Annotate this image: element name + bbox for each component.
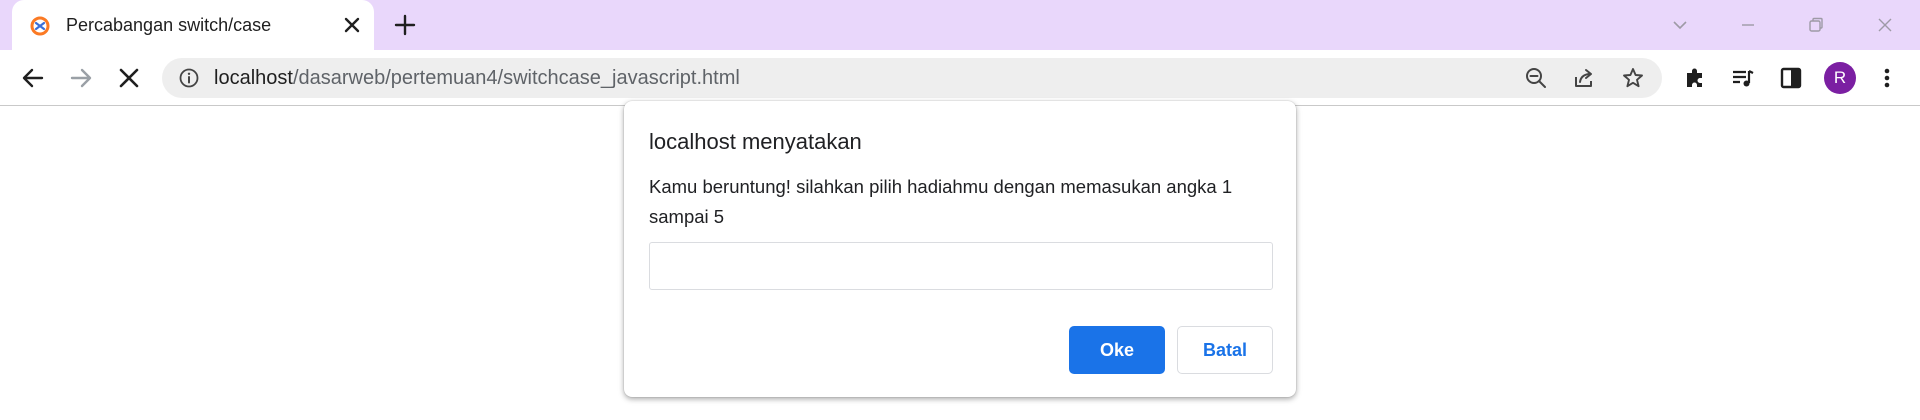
- cancel-button[interactable]: Batal: [1177, 326, 1273, 374]
- dialog-title: localhost menyatakan: [649, 129, 862, 154]
- ok-button[interactable]: Oke: [1069, 326, 1165, 374]
- close-window-icon[interactable]: [1870, 10, 1900, 40]
- url-path: /dasarweb/pertemuan4/switchcase_javascri…: [292, 67, 740, 89]
- share-icon[interactable]: [1572, 66, 1596, 90]
- url-host: localhost: [214, 67, 293, 89]
- prompt-dialog: localhost menyatakan Kamu beruntung! sil…: [624, 101, 1296, 397]
- new-tab-plus-icon[interactable]: [392, 12, 418, 38]
- url-text: localhost/dasarweb/pertemuan4/switchcase…: [214, 67, 740, 90]
- side-panel-icon[interactable]: [1776, 63, 1806, 93]
- forward-arrow-icon[interactable]: [66, 63, 96, 93]
- more-menu-kebab-icon[interactable]: [1872, 63, 1902, 93]
- stop-loading-icon[interactable]: [114, 63, 144, 93]
- back-arrow-icon[interactable]: [18, 63, 48, 93]
- bookmark-star-icon[interactable]: [1621, 66, 1645, 90]
- address-bar[interactable]: localhost/dasarweb/pertemuan4/switchcase…: [162, 58, 1662, 98]
- tab-title: Percabangan switch/case: [66, 15, 272, 35]
- extensions-puzzle-icon[interactable]: [1680, 63, 1710, 93]
- profile-avatar[interactable]: R: [1824, 62, 1856, 94]
- restore-icon[interactable]: [1801, 10, 1831, 40]
- xampp-favicon-icon: [30, 16, 50, 36]
- active-tab[interactable]: Percabangan switch/case: [12, 0, 374, 51]
- dialog-message: Kamu beruntung! silahkan pilih hadiahmu …: [649, 176, 1233, 227]
- media-playlist-icon[interactable]: [1728, 63, 1758, 93]
- tab-close-icon[interactable]: [340, 13, 364, 37]
- zoom-out-icon[interactable]: [1524, 66, 1548, 90]
- prompt-input[interactable]: [649, 242, 1273, 290]
- site-info-icon[interactable]: [178, 67, 200, 89]
- tab-strip: Percabangan switch/case: [0, 0, 1920, 51]
- tab-search-chevron-down-icon[interactable]: [1665, 10, 1695, 40]
- minimize-icon[interactable]: [1733, 10, 1763, 40]
- browser-toolbar: localhost/dasarweb/pertemuan4/switchcase…: [0, 50, 1920, 106]
